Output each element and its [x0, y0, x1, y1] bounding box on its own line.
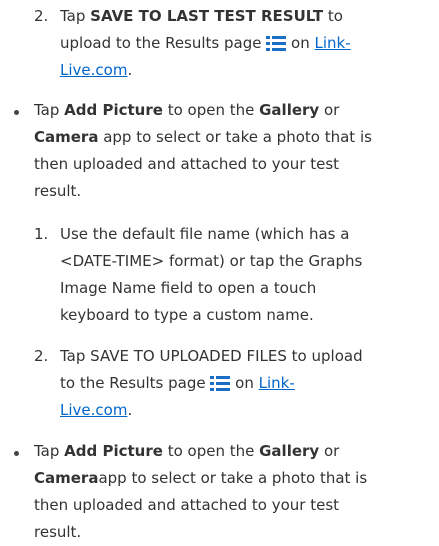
bullet-text-line: then uploaded and attached to your test [34, 496, 340, 514]
step-number: 1. [34, 225, 49, 243]
step-number: 2. [34, 347, 49, 365]
bullet-text-line: result. [34, 182, 82, 200]
bullet-text-line: result. [34, 523, 82, 541]
add-picture-label: Add Picture [64, 442, 163, 460]
gallery-label: Gallery [259, 442, 320, 460]
link-live-link[interactable]: Link- [315, 34, 351, 52]
bullet-dot-icon [14, 110, 19, 115]
gallery-label: Gallery [259, 101, 320, 119]
step-number: 2. [34, 7, 49, 25]
bullet-text-line: Tap Add Picture to open the Gallery or [34, 442, 340, 460]
bullet-text-line: then uploaded and attached to your test [34, 155, 340, 173]
bullet-text-line: Cameraapp to select or take a photo that… [34, 469, 368, 487]
step-text-line: Tap SAVE TO LAST TEST RESULT to [60, 7, 343, 25]
bullet-text-line: Tap Add Picture to open the Gallery or [34, 101, 340, 119]
camera-label: Camera [34, 469, 99, 487]
results-list-icon [210, 376, 231, 391]
add-picture-label: Add Picture [64, 101, 163, 119]
save-to-last-test-result-label: SAVE TO LAST TEST RESULT [90, 7, 324, 25]
step-text-line: Image Name field to open a touch [60, 279, 317, 297]
camera-label: Camera [34, 128, 99, 146]
bullet-text-line: Camera app to select or take a photo tha… [34, 128, 372, 146]
bullet-dot-icon [14, 451, 19, 456]
link-live-link[interactable]: Live.com [60, 401, 127, 419]
step-text-line: Use the default file name (which has a [60, 225, 350, 243]
link-live-link[interactable]: Link- [259, 374, 295, 392]
step-text-line: Tap SAVE TO UPLOADED FILES to upload [60, 347, 363, 365]
step-text-line: to the Results page on Link- [60, 374, 295, 392]
results-list-icon [266, 36, 287, 51]
link-live-link[interactable]: Live.com [60, 61, 127, 79]
step-text-line: Live.com. [60, 401, 133, 419]
step-text-line: <DATE-TIME> format) or tap the Graphs [60, 252, 363, 270]
step-text-line: Live.com. [60, 61, 133, 79]
step-text-line: keyboard to type a custom name. [60, 306, 314, 324]
step-text-line: upload to the Results page on Link- [60, 34, 351, 52]
